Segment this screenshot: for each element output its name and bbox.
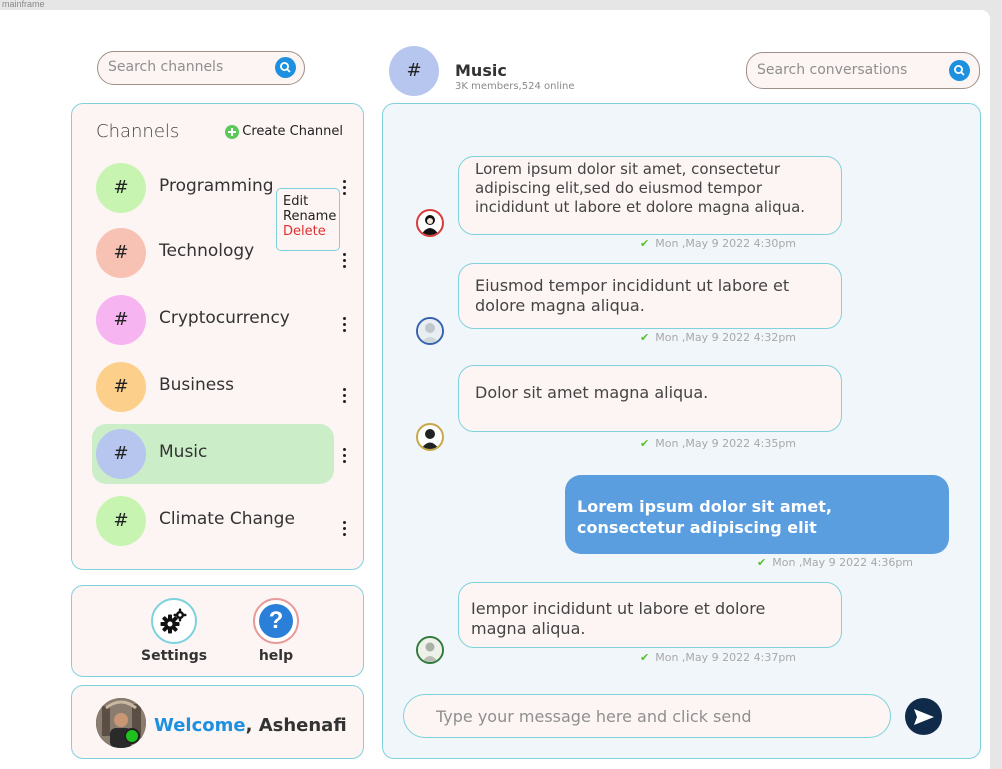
settings-label: Settings [141, 648, 208, 664]
conversation-search[interactable]: Search conversations [746, 52, 980, 89]
message-bubble: Lorem ipsum dolor sit amet, consectetur … [458, 156, 842, 235]
user-avatar[interactable] [416, 209, 444, 237]
channel-name: Business [159, 375, 234, 395]
outgoing-message-bubble: Lorem ipsum dolor sit amet, consectetur … [565, 475, 949, 554]
channel-name: Technology [159, 241, 255, 261]
message-timestamp: ✔ Mon ,May 9 2022 4:32pm [640, 331, 797, 344]
more-options-icon[interactable] [341, 253, 347, 269]
message-bubble: Iempor incididunt ut labore et dolore ma… [458, 582, 842, 648]
create-channel-button[interactable]: Create Channel [225, 124, 343, 139]
channel-header-avatar: # [389, 46, 439, 96]
plus-icon [225, 124, 240, 139]
menu-item-delete[interactable]: Delete [283, 224, 339, 239]
read-check-icon: ✔ [640, 437, 650, 450]
conversation-search-placeholder: Search conversations [757, 62, 908, 78]
user-name: , Ashenafi [245, 715, 347, 736]
send-button[interactable] [905, 698, 942, 735]
settings-button[interactable]: Settings [141, 598, 207, 664]
channel-avatar: # [96, 295, 146, 345]
more-options-icon[interactable] [341, 180, 347, 196]
help-icon: ? [253, 598, 299, 644]
gear-icon [151, 598, 197, 644]
help-label: help [258, 648, 294, 664]
user-avatar[interactable] [416, 636, 444, 664]
channel-header-title: Music [455, 61, 507, 80]
channel-item-music[interactable]: # Music [92, 424, 346, 484]
more-options-icon[interactable] [341, 521, 347, 537]
channel-name: Music [159, 442, 208, 462]
channel-context-menu: Edit Rename Delete [276, 188, 340, 251]
more-options-icon[interactable] [341, 388, 347, 404]
menu-item-rename[interactable]: Rename [283, 209, 339, 224]
welcome-panel: Welcome, Ashenafi [71, 685, 364, 759]
message-timestamp: ✔ Mon ,May 9 2022 4:30pm [640, 237, 797, 250]
welcome-greeting: Welcome [154, 715, 246, 736]
channel-name: Cryptocurrency [159, 308, 290, 328]
channel-item-business[interactable]: # Business [92, 357, 346, 417]
channel-header-subtitle: 3K members,524 online [455, 81, 575, 92]
message-input[interactable]: Type your message here and click send [403, 694, 891, 738]
read-check-icon: ✔ [640, 651, 650, 664]
tools-panel: Settings ? help [71, 585, 364, 677]
message-timestamp: ✔ Mon ,May 9 2022 4:35pm [640, 437, 797, 450]
channels-panel: Channels Create Channel # Programming # … [71, 103, 364, 570]
channel-avatar: # [96, 496, 146, 546]
user-avatar[interactable] [416, 317, 444, 345]
welcome-message: Welcome, Ashenafi [154, 715, 347, 736]
user-avatar[interactable] [416, 423, 444, 451]
online-status-indicator [124, 728, 140, 744]
frame-label: mainframe [2, 0, 45, 9]
read-check-icon: ✔ [757, 556, 767, 569]
menu-item-edit[interactable]: Edit [283, 194, 339, 209]
channel-name: Climate Change [159, 509, 295, 529]
search-icon[interactable] [949, 60, 970, 81]
channel-search[interactable]: Search channels [97, 51, 305, 85]
more-options-icon[interactable] [341, 317, 347, 333]
message-input-placeholder: Type your message here and click send [436, 707, 752, 726]
channel-name: Programming [159, 176, 274, 196]
read-check-icon: ✔ [640, 237, 650, 250]
channels-title: Channels [96, 121, 180, 142]
message-bubble: Dolor sit amet magna aliqua. [458, 365, 842, 432]
send-icon [914, 709, 934, 725]
channel-avatar: # [96, 429, 146, 479]
message-bubble: Eiusmod tempor incididunt ut labore et d… [458, 263, 842, 329]
channel-search-placeholder: Search channels [108, 59, 224, 75]
channel-item-cryptocurrency[interactable]: # Cryptocurrency [92, 290, 346, 350]
channel-item-climate-change[interactable]: # Climate Change [92, 491, 346, 551]
search-icon[interactable] [275, 57, 296, 78]
message-timestamp: ✔ Mon ,May 9 2022 4:36pm [757, 556, 914, 569]
read-check-icon: ✔ [640, 331, 650, 344]
channel-avatar: # [96, 228, 146, 278]
more-options-icon[interactable] [341, 448, 347, 464]
create-channel-label: Create Channel [242, 124, 343, 139]
message-timestamp: ✔ Mon ,May 9 2022 4:37pm [640, 651, 797, 664]
channel-avatar: # [96, 163, 146, 213]
channel-avatar: # [96, 362, 146, 412]
help-button[interactable]: ? help [243, 598, 309, 664]
